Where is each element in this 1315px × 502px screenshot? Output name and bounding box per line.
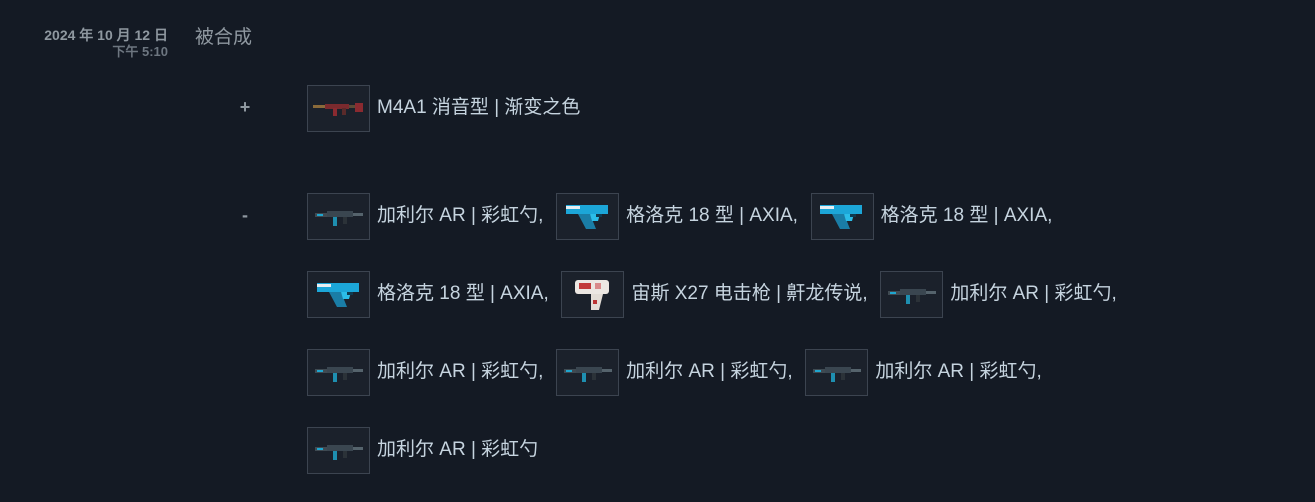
galil-rifle-icon[interactable] [307, 192, 370, 240]
lost-item[interactable]: 格洛克 18 型 | AXIA, [556, 191, 804, 241]
entry-action: 被合成 [195, 27, 253, 48]
lost-item[interactable]: 加利尔 AR | 彩虹勺, [556, 347, 799, 397]
galil-rifle-icon[interactable] [556, 348, 620, 396]
lost-item[interactable]: 加利尔 AR | 彩虹勺, [880, 269, 1123, 319]
lost-item[interactable]: 宙斯 X27 电击枪 | 鼾龙传说, [561, 269, 874, 319]
glock-pistol-icon[interactable] [556, 192, 620, 240]
lost-items-row: 加利尔 AR | 彩虹勺 [307, 425, 538, 475]
item-separator: , [543, 283, 549, 304]
lost-item[interactable]: 加利尔 AR | 彩虹勺 [307, 425, 538, 475]
lost-item[interactable]: 加利尔 AR | 彩虹勺, [805, 347, 1048, 397]
galil-rifle-icon[interactable] [307, 426, 370, 474]
lost-item-name: 加利尔 AR | 彩虹勺 [377, 361, 539, 382]
lost-item-name: 加利尔 AR | 彩虹勺 [950, 283, 1112, 304]
item-separator: , [538, 205, 544, 226]
entry-timestamp: 2024 年 10 月 12 日 下午 5:10 [0, 26, 168, 60]
inventory-history-entry: 2024 年 10 月 12 日 下午 5:10 被合成 + M4A1 消音型 … [0, 0, 1315, 502]
lost-item[interactable]: 格洛克 18 型 | AXIA, [810, 191, 1059, 241]
item-separator: , [1111, 283, 1117, 304]
lost-items-row: 格洛克 18 型 | AXIA, 宙斯 X27 电击枪 | 鼾龙传说, 加利尔 … [307, 269, 1124, 319]
lost-item-name: 格洛克 18 型 | AXIA [377, 283, 544, 304]
lost-item-name: 加利尔 AR | 彩虹勺 [377, 439, 539, 460]
item-separator: , [1047, 205, 1053, 226]
gained-item[interactable]: M4A1 消音型 | 渐变之色 [307, 83, 580, 133]
glock-pistol-icon[interactable] [307, 270, 370, 318]
item-separator: , [792, 205, 798, 226]
lost-item[interactable]: 格洛克 18 型 | AXIA, [307, 269, 555, 319]
galil-rifle-icon[interactable] [307, 348, 370, 396]
lost-item-name: 加利尔 AR | 彩虹勺 [377, 205, 539, 226]
lost-item-name: 宙斯 X27 电击枪 | 鼾龙传说 [631, 283, 863, 304]
lost-items-row: 加利尔 AR | 彩虹勺, 加利尔 AR | 彩虹勺, 加利尔 AR | 彩虹勺… [307, 347, 1049, 397]
m4a1-rifle-icon[interactable] [307, 84, 370, 132]
entry-time: 下午 5:10 [112, 44, 168, 59]
lost-item[interactable]: 加利尔 AR | 彩虹勺, [307, 347, 550, 397]
lost-item-name: 加利尔 AR | 彩虹勺 [626, 361, 788, 382]
glock-pistol-icon[interactable] [810, 192, 874, 240]
galil-rifle-icon[interactable] [880, 270, 944, 318]
item-separator: , [1036, 361, 1042, 382]
lost-item-name: 格洛克 18 型 | AXIA [880, 205, 1048, 226]
lost-items-row: 加利尔 AR | 彩虹勺, 格洛克 18 型 | AXIA, 格洛克 18 型 … [307, 191, 1059, 241]
item-separator: , [862, 283, 868, 304]
gained-sign: + [239, 97, 251, 117]
zeus-taser-icon[interactable] [561, 270, 625, 318]
lost-sign: - [242, 205, 248, 225]
item-separator: , [538, 361, 544, 382]
entry-date: 2024 年 10 月 12 日 [44, 27, 168, 43]
gained-items-row: M4A1 消音型 | 渐变之色 [307, 83, 580, 133]
lost-item-name: 格洛克 18 型 | AXIA [626, 205, 793, 226]
galil-rifle-icon[interactable] [805, 348, 869, 396]
gained-item-name: M4A1 消音型 | 渐变之色 [377, 97, 581, 118]
lost-item[interactable]: 加利尔 AR | 彩虹勺, [307, 191, 550, 241]
item-separator: , [787, 361, 793, 382]
lost-item-name: 加利尔 AR | 彩虹勺 [875, 361, 1037, 382]
